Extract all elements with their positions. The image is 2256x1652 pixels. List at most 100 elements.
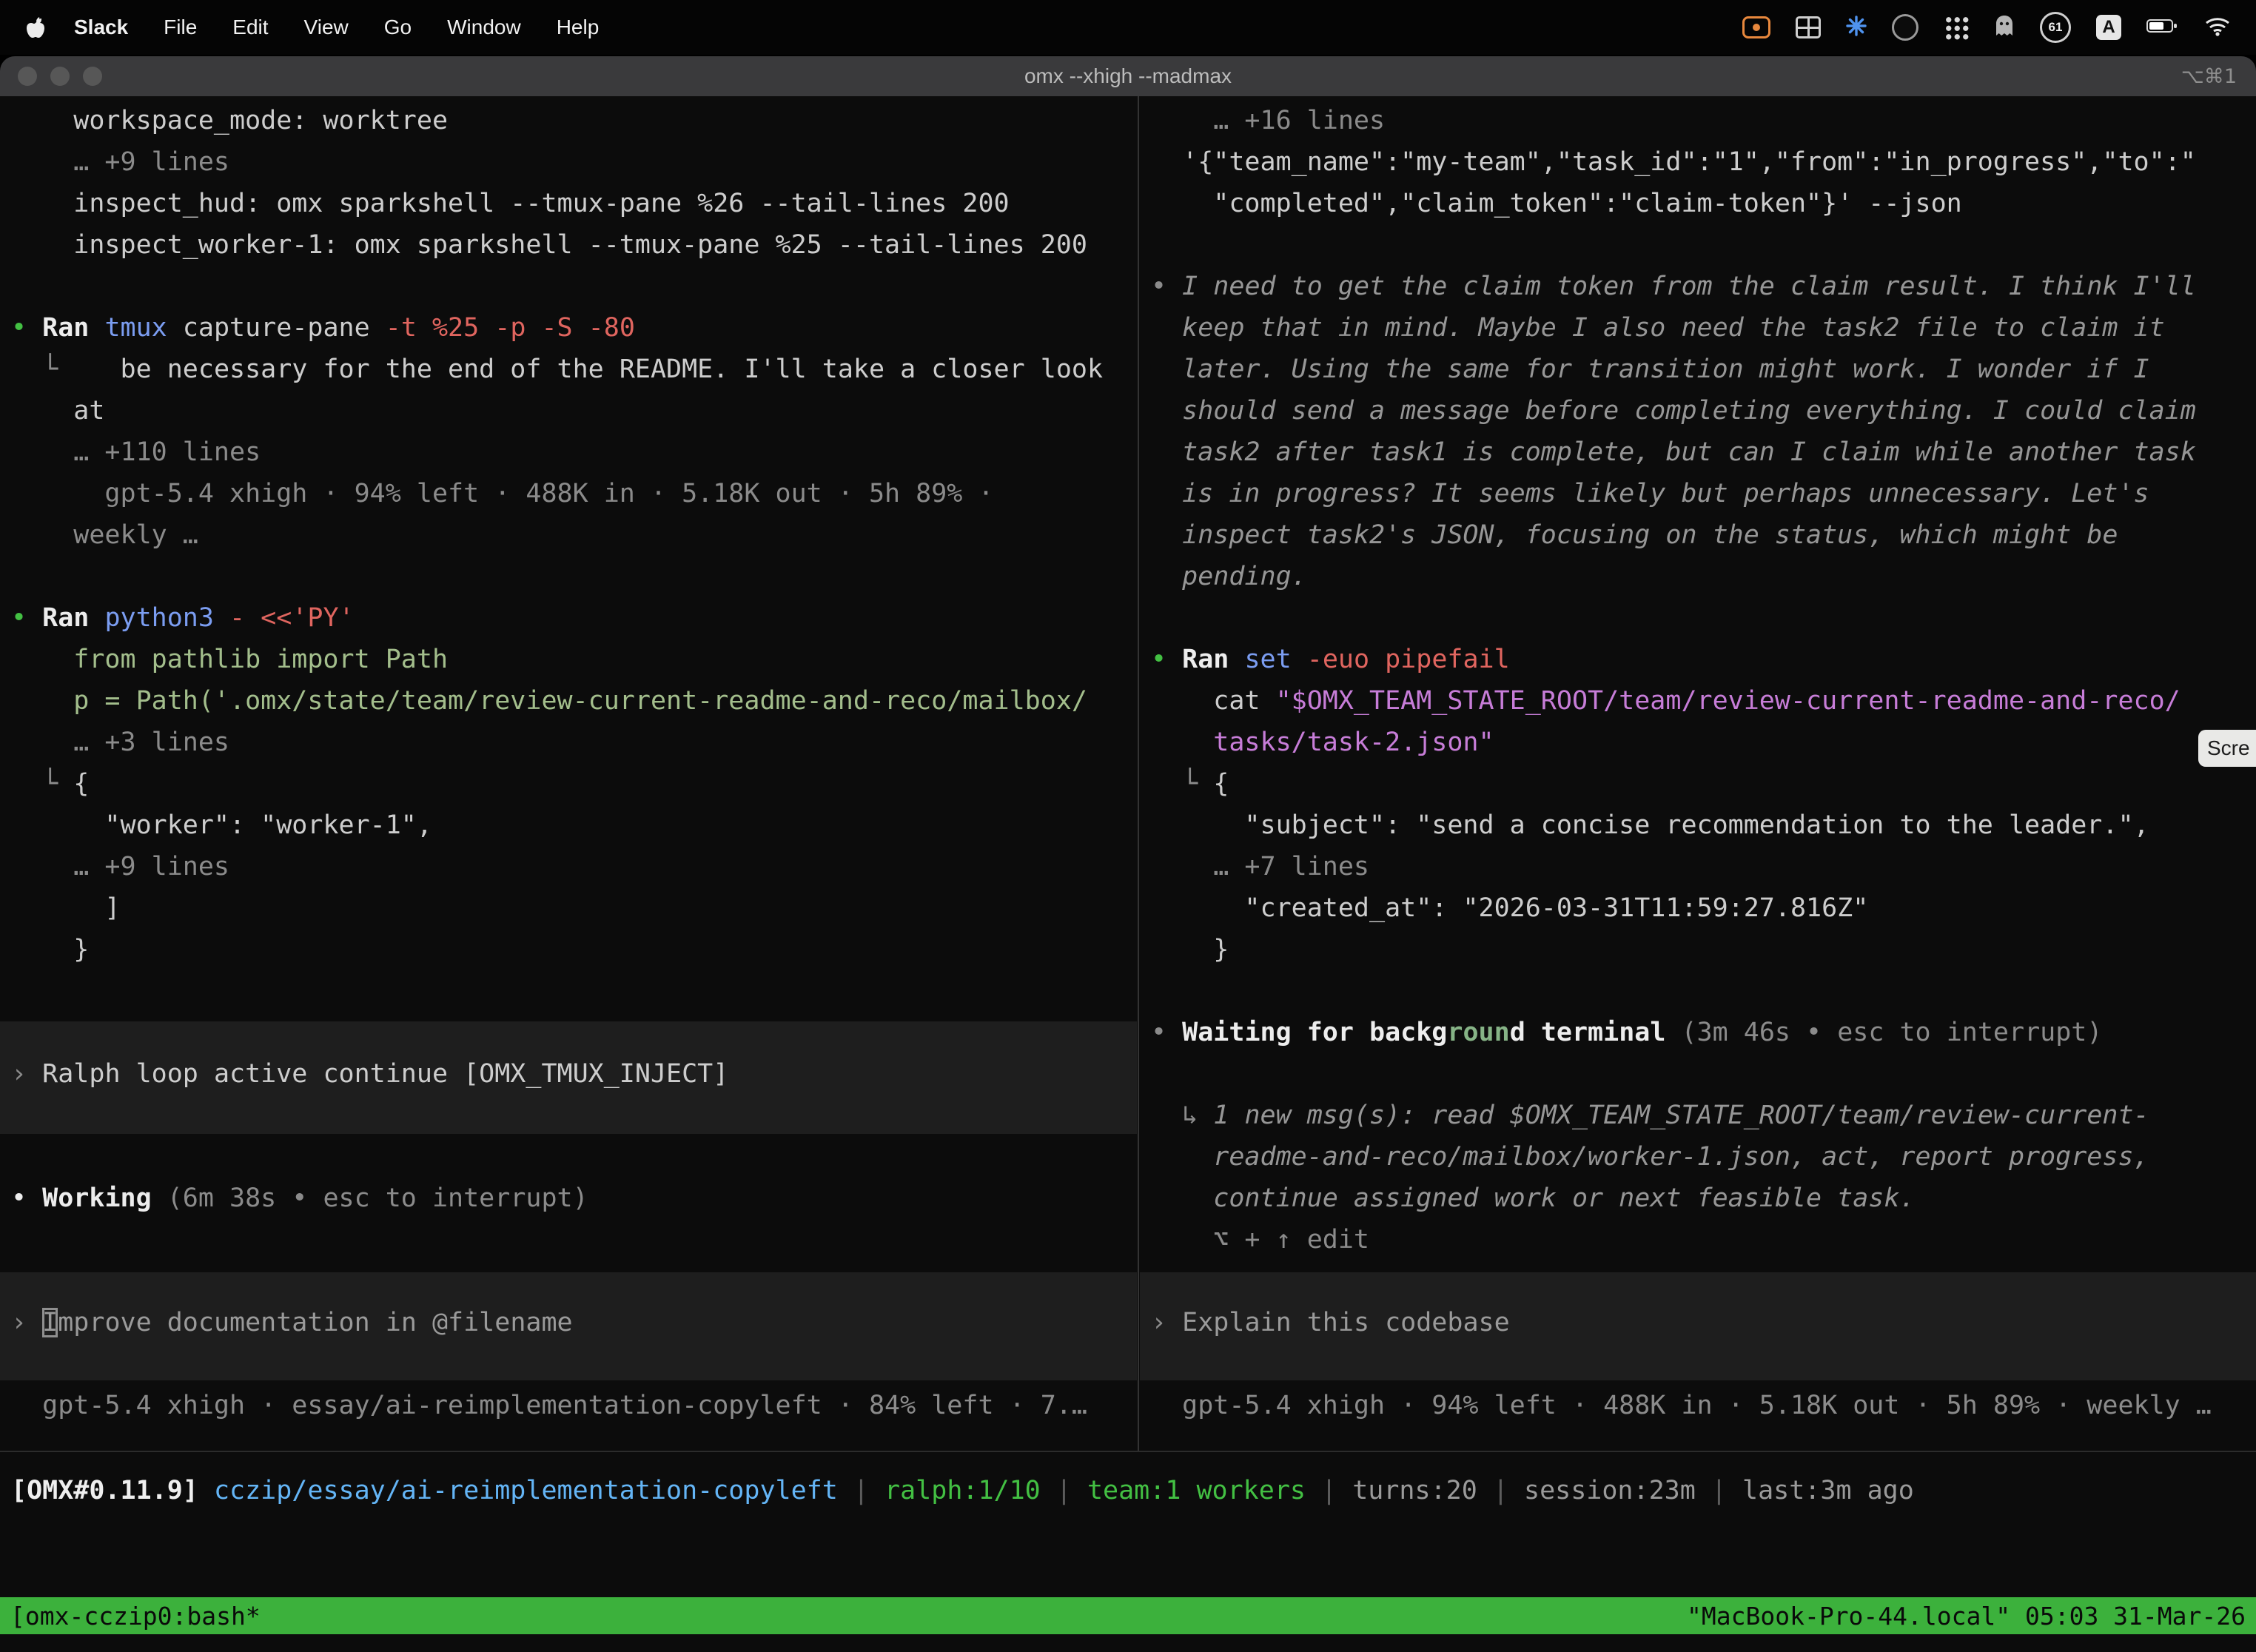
text-segment: Explain this codebase — [1182, 1308, 1510, 1337]
apple-menu-icon[interactable] — [0, 16, 56, 38]
status-separator — [0, 1451, 2256, 1452]
terminal-line — [11, 556, 1137, 597]
terminal-line: continue assigned work or next feasible … — [1151, 1178, 2256, 1219]
ghost-icon[interactable] — [1994, 14, 2015, 41]
menu-help[interactable]: Help — [539, 16, 617, 39]
text-segment: roun — [1447, 1018, 1509, 1047]
text-segment: python3 — [104, 603, 229, 633]
terminal-line: "worker": "worker-1", — [11, 805, 1137, 846]
screen-recording-icon[interactable] — [1742, 16, 1770, 38]
battery-icon[interactable] — [2146, 18, 2179, 38]
text-segment: | — [1477, 1476, 1524, 1505]
wifi-icon[interactable] — [2204, 16, 2231, 40]
text-segment: I — [42, 1308, 58, 1337]
terminal-line: later. Using the same for transition mig… — [1151, 349, 2256, 390]
terminal-line — [1151, 1260, 2256, 1302]
terminal-line: gpt-5.4 xhigh · 94% left · 488K in · 5.1… — [1151, 1385, 2256, 1426]
text-segment: team:1 workers — [1087, 1476, 1306, 1505]
menu-bar: Slack File Edit View Go Window Help 61 A — [0, 0, 2256, 55]
text-segment: └ — [11, 769, 73, 799]
pane-divider[interactable] — [1138, 96, 1139, 1451]
terminal-line — [1151, 1053, 2256, 1095]
text-segment: } — [11, 935, 89, 964]
text-segment: … +16 lines — [1151, 106, 1385, 135]
text-segment: '{"team_name":"my-team","task_id":"1","f… — [1151, 147, 2196, 177]
text-segment: set — [1244, 645, 1306, 674]
terminal-pane-right[interactable]: … +16 lines '{"team_name":"my-team","tas… — [1140, 96, 2256, 1451]
terminal-line: keep that in mind. Maybe I also need the… — [1151, 307, 2256, 349]
text-segment: … +110 lines — [11, 437, 261, 467]
text-segment: Ralph loop active continue [OMX_TMUX_INJ… — [42, 1059, 728, 1089]
terminal-line: "subject": "send a concise recommendatio… — [1151, 805, 2256, 846]
terminal-line — [11, 1012, 1137, 1053]
terminal-pane-left[interactable]: workspace_mode: worktree … +9 lines insp… — [0, 96, 1137, 1451]
text-segment: { — [1213, 769, 1229, 799]
text-segment: ↳ — [1151, 1101, 1213, 1130]
terminal-line — [1151, 1343, 2256, 1385]
dark-orb-icon[interactable] — [1892, 14, 1918, 41]
terminal-line: • Ran python3 - <<'PY' — [11, 597, 1137, 639]
terminal-line: "created_at": "2026-03-31T11:59:27.816Z" — [1151, 887, 2256, 929]
text-segment: pending. — [1151, 562, 1307, 591]
text-segment: … +9 lines — [11, 147, 229, 177]
screen-recording-dot-icon — [1753, 24, 1760, 31]
terminal-line: … +16 lines — [1151, 100, 2256, 141]
text-segment: • — [1151, 1018, 1182, 1047]
text-segment: ] — [11, 893, 121, 923]
text-segment: | — [1041, 1476, 1087, 1505]
text-segment: cat — [1151, 686, 1276, 716]
terminal-line: › Ralph loop active continue [OMX_TMUX_I… — [11, 1053, 1137, 1095]
terminal-line — [1151, 597, 2256, 639]
text-segment: inspect task2's JSON, focusing on the st… — [1151, 520, 2118, 550]
text-segment: d terminal — [1510, 1018, 1682, 1047]
text-segment: "created_at": "2026-03-31T11:59:27.816Z" — [1151, 893, 1868, 923]
text-segment: … +7 lines — [1151, 852, 1369, 882]
terminal-line — [1151, 224, 2256, 266]
terminal-line: … +3 lines — [11, 722, 1137, 763]
menu-go[interactable]: Go — [366, 16, 429, 39]
terminal-line: … +110 lines — [11, 432, 1137, 473]
text-segment: › — [1151, 1308, 1182, 1337]
text-segment: mprove documentation in @filename — [58, 1308, 572, 1337]
window-tiles-icon[interactable] — [1796, 16, 1821, 38]
menu-file[interactable]: File — [146, 16, 215, 39]
text-segment: capture-pane — [183, 313, 386, 343]
menu-app-name[interactable]: Slack — [56, 16, 146, 39]
minimize-button[interactable] — [50, 67, 70, 86]
terminal-line: should send a message before completing … — [1151, 390, 2256, 432]
terminal-window: omx --xhigh --madmax ⌥⌘1 workspace_mode:… — [0, 56, 2256, 1652]
terminal-line — [11, 1136, 1137, 1178]
text-segment: ralph:1/10 — [884, 1476, 1041, 1505]
zoom-button[interactable] — [83, 67, 102, 86]
close-button[interactable] — [18, 67, 37, 86]
terminal-line: … +9 lines — [11, 846, 1137, 887]
omx-status-bar: [OMX#0.11.9] cczip/essay/ai-reimplementa… — [11, 1470, 1914, 1511]
tmux-session-label: [omx-cczip0:bash* — [10, 1602, 261, 1631]
terminal-line: from pathlib import Path — [11, 639, 1137, 680]
text-segment: | — [1696, 1476, 1742, 1505]
menu-view[interactable]: View — [286, 16, 366, 39]
terminal-line: is in progress? It seems likely but perh… — [1151, 473, 2256, 514]
window-titlebar[interactable]: omx --xhigh --madmax ⌥⌘1 — [0, 56, 2256, 96]
text-segment: workspace_mode: worktree — [11, 106, 448, 135]
input-source-icon[interactable]: A — [2096, 15, 2121, 40]
menu-edit[interactable]: Edit — [215, 16, 286, 39]
terminal-line — [11, 970, 1137, 1012]
blue-asterisk-icon[interactable] — [1846, 16, 1867, 40]
gauge-value: 61 — [2049, 20, 2063, 35]
text-segment: Ran — [42, 313, 104, 343]
terminal-line: • I need to get the claim token from the… — [1151, 266, 2256, 307]
text-segment: • — [1151, 272, 1182, 301]
terminal-line: pending. — [1151, 556, 2256, 597]
text-segment: I need to get the claim token from the c… — [1182, 272, 2196, 301]
dots-grid-icon[interactable] — [1944, 15, 1969, 40]
text-segment: • — [1151, 645, 1182, 674]
gauge-icon[interactable]: 61 — [2040, 12, 2071, 43]
terminal-line — [1151, 970, 2256, 1012]
text-segment: -euo pipefail — [1307, 645, 1510, 674]
terminal-line — [11, 1260, 1137, 1302]
text-segment: › — [11, 1308, 42, 1337]
terminal-line: inspect task2's JSON, focusing on the st… — [1151, 514, 2256, 556]
terminal-line: inspect_hud: omx sparkshell --tmux-pane … — [11, 183, 1137, 224]
menu-window[interactable]: Window — [429, 16, 539, 39]
